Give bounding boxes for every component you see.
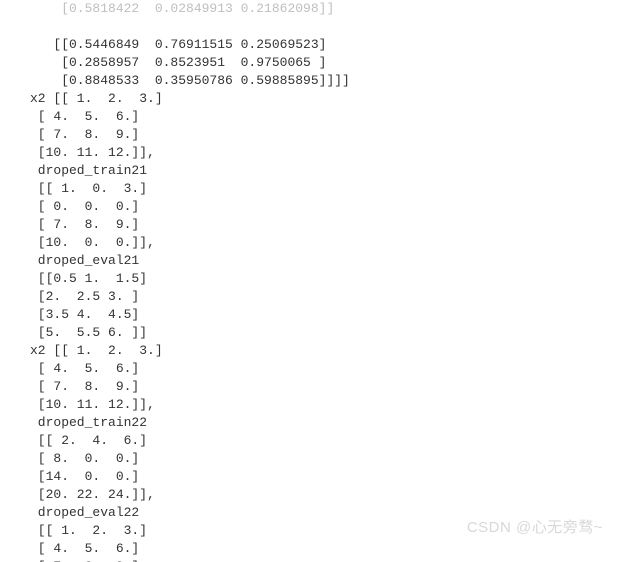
code-line: [ 7. 8. 9.] bbox=[30, 379, 139, 394]
code-line: [0.2858957 0.8523951 0.9750065 ] bbox=[30, 55, 326, 70]
code-line: [ 8. 0. 0.] bbox=[30, 451, 139, 466]
code-line: [10. 11. 12.]], bbox=[30, 145, 155, 160]
code-line: [ 7. 8. 9.] bbox=[30, 217, 139, 232]
code-line: [20. 22. 24.]], bbox=[30, 487, 155, 502]
code-line: [ 4. 5. 6.] bbox=[30, 109, 139, 124]
code-output-block: [0.5818422 0.02849913 0.21862098]] [[0.5… bbox=[0, 0, 623, 562]
code-line: [0.8848533 0.35950786 0.59885895]]]] bbox=[30, 73, 350, 88]
code-line: droped_train22 bbox=[30, 415, 147, 430]
code-line: [[ 2. 4. 6.] bbox=[30, 433, 147, 448]
code-line: [[ 1. 0. 3.] bbox=[30, 181, 147, 196]
code-pre: [0.5818422 0.02849913 0.21862098]] [[0.5… bbox=[30, 0, 623, 562]
code-line: [[0.5446849 0.76911515 0.25069523] bbox=[30, 37, 326, 52]
code-line: [14. 0. 0.] bbox=[30, 469, 139, 484]
code-line: [3.5 4. 4.5] bbox=[30, 307, 139, 322]
code-line: droped_train21 bbox=[30, 163, 147, 178]
code-line: [0.5818422 0.02849913 0.21862098]] bbox=[30, 1, 334, 16]
code-line: droped_eval21 bbox=[30, 253, 139, 268]
code-line: [ 4. 5. 6.] bbox=[30, 541, 139, 556]
code-line: [[ 1. 2. 3.] bbox=[30, 523, 147, 538]
code-line: [10. 0. 0.]], bbox=[30, 235, 155, 250]
code-line: x2 [[ 1. 2. 3.] bbox=[30, 343, 163, 358]
code-line: [ 0. 0. 0.] bbox=[30, 199, 139, 214]
code-line: [10. 11. 12.]], bbox=[30, 397, 155, 412]
code-line: droped_eval22 bbox=[30, 505, 139, 520]
code-line: [2. 2.5 3. ] bbox=[30, 289, 139, 304]
code-line: [ 7. 8. 9.] bbox=[30, 127, 139, 142]
code-line: x2 [[ 1. 2. 3.] bbox=[30, 91, 163, 106]
code-line: [[0.5 1. 1.5] bbox=[30, 271, 147, 286]
code-line: [ 4. 5. 6.] bbox=[30, 361, 139, 376]
code-line: [5. 5.5 6. ]] bbox=[30, 325, 147, 340]
